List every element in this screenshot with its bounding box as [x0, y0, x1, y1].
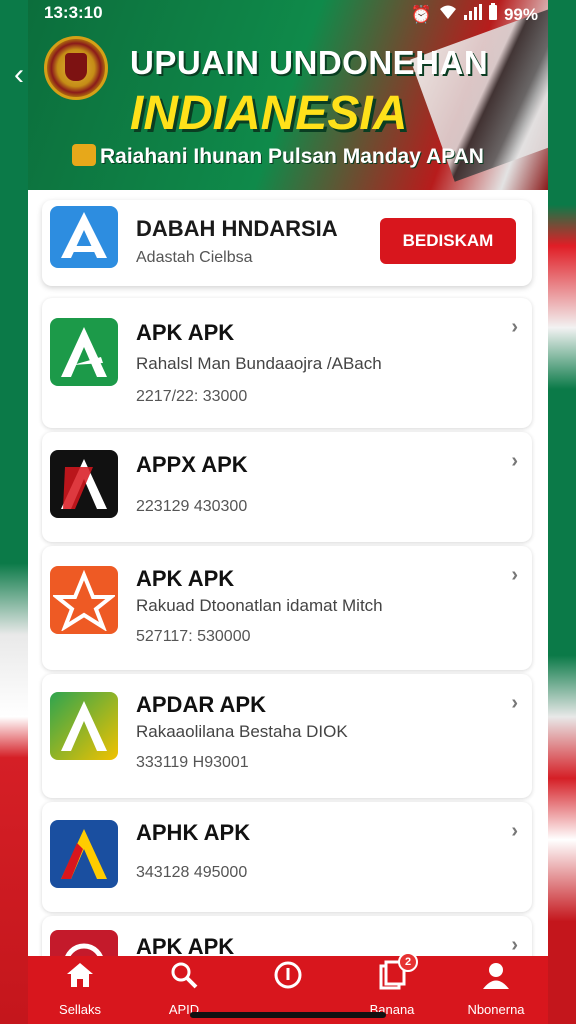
- app-meta: 333119 H93001: [136, 754, 249, 771]
- app-green-a-icon: [50, 318, 118, 386]
- app-description: Rakaaolilana Bestaha DIOK: [136, 722, 348, 741]
- app-blue-a-icon: [50, 820, 118, 888]
- search-icon: [134, 960, 234, 996]
- banner-subtitle: INDIANESIA: [130, 87, 408, 140]
- download-button[interactable]: BEDISKAM: [380, 218, 516, 264]
- app-title: APK APK: [136, 320, 235, 345]
- chevron-right-icon: ›: [511, 316, 518, 338]
- status-time: 13:3:10: [44, 3, 103, 22]
- back-arrow-icon[interactable]: ‹: [14, 58, 24, 92]
- list-item[interactable]: APPX APK 223129 430300 ›: [42, 432, 532, 542]
- info-icon: [238, 960, 338, 996]
- chevron-right-icon: ›: [511, 820, 518, 842]
- list-item[interactable]: APK APK Rakuad Dtoonatlan idamat Mitch 5…: [42, 546, 532, 670]
- nav-profile[interactable]: Nbonerna: [446, 956, 546, 1024]
- wifi-icon: [438, 4, 458, 25]
- alarm-icon: ⏰: [410, 4, 432, 24]
- nav-home[interactable]: Sellaks: [30, 956, 130, 1024]
- app-screen: UPUAIN UNDONEHAN INDIANESIA Raiahani Ihu…: [28, 0, 548, 1024]
- app-meta: 2217/22: 33000: [136, 388, 248, 405]
- tagline-icon: [72, 144, 96, 166]
- battery-percent: 99%: [503, 4, 538, 24]
- chevron-right-icon: ›: [511, 564, 518, 586]
- files-icon: [342, 960, 442, 996]
- app-title: APHK APK: [136, 820, 251, 845]
- app-meta: 223129 430300: [136, 498, 248, 515]
- garuda-emblem-icon: [44, 36, 108, 100]
- profile-icon: [446, 960, 546, 996]
- app-title: APK APK: [136, 566, 235, 591]
- home-icon: [30, 960, 130, 996]
- nav-label: Sellaks: [59, 1002, 101, 1017]
- featured-app-subtitle: Adastah Cielbsa: [136, 249, 253, 266]
- banner-title: UPUAIN UNDONEHAN: [130, 44, 489, 81]
- featured-app-card[interactable]: DABAH HNDARSIA Adastah Cielbsa BEDISKAM: [42, 200, 532, 286]
- app-orange-star-icon: [50, 566, 118, 634]
- featured-app-name: DABAH HNDARSIA: [136, 216, 338, 241]
- list-item[interactable]: APDAR APK Rakaaolilana Bestaha DIOK 3331…: [42, 674, 532, 798]
- home-indicator[interactable]: [190, 1012, 386, 1018]
- app-meta: 527117: 530000: [136, 628, 251, 645]
- app-black-a-icon: [50, 450, 118, 518]
- status-bar: 13:3:10 ⏰ 99%: [28, 0, 548, 30]
- tagline-text: Raiahani Ihunan Pulsan Manday APAN: [100, 145, 484, 168]
- notification-badge: 2: [398, 952, 418, 972]
- nav-label: Nbonerna: [467, 1002, 525, 1017]
- app-yellow-green-a-icon: [50, 692, 118, 760]
- signal-icon: [463, 4, 482, 25]
- chevron-right-icon: ›: [511, 450, 518, 472]
- app-description: Rakuad Dtoonatlan idamat Mitch: [136, 596, 383, 615]
- list-item[interactable]: APK APK Rahalsl Man Bundaaojra /ABach 22…: [42, 298, 532, 428]
- app-meta: 343128 495000: [136, 864, 248, 881]
- app-title: APDAR APK: [136, 692, 266, 717]
- status-icons: ⏰ 99%: [411, 3, 538, 26]
- app-title: APPX APK: [136, 452, 248, 477]
- chevron-right-icon: ›: [511, 692, 518, 714]
- list-item[interactable]: APHK APK 343128 495000 ›: [42, 802, 532, 912]
- battery-icon: [488, 3, 498, 26]
- app-store-icon: [50, 206, 118, 268]
- app-description: Rahalsl Man Bundaaojra /ABach: [136, 354, 382, 373]
- banner-tagline: Raiahani Ihunan Pulsan Manday APAN: [72, 144, 484, 169]
- chevron-right-icon: ›: [511, 934, 518, 956]
